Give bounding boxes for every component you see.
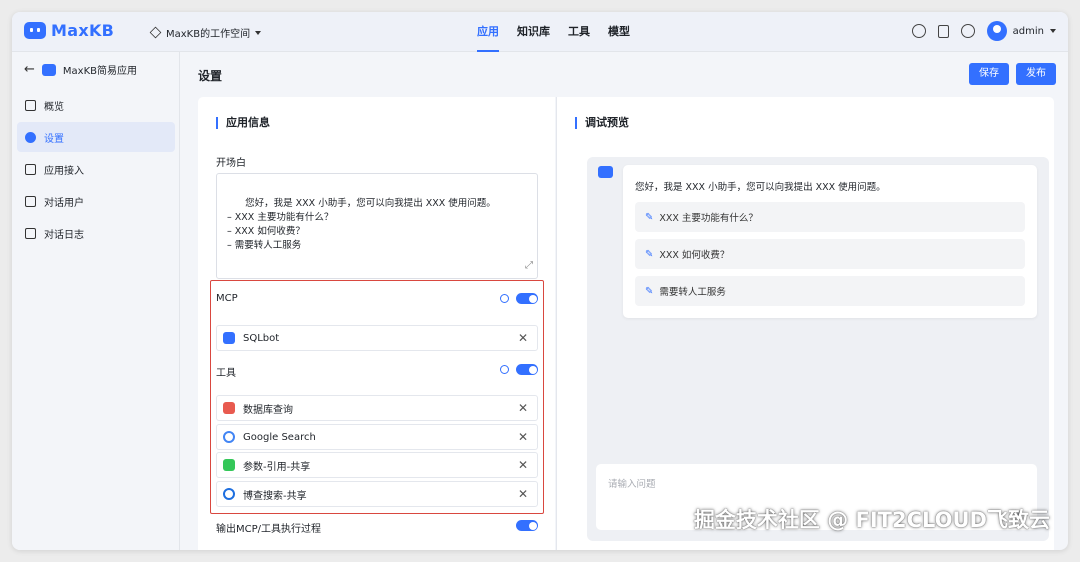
nav-models[interactable]: 模型 [599,12,639,52]
edit-icon: ✎ [645,211,654,223]
cube-icon [25,163,36,175]
nav-apps[interactable]: 应用 [468,12,508,52]
watermark: 掘金技术社区 @ FIT2CLOUD飞致云 [693,508,1050,532]
user-menu[interactable]: admin [986,21,1056,41]
chat-preview: 您好，我是 XXX 小助手，您可以向我提出 XXX 使用问题。 ✎ XXX 主要… [587,157,1049,541]
save-button[interactable]: 保存 [969,63,1009,85]
sidebar: ← MaxKB简易应用 概览 设置 应用接入 对话用户 对话日志 [12,52,180,550]
sidebar-item-label: 应用接入 [44,165,84,177]
avatar [986,21,1007,41]
arrow-left-icon[interactable]: ← [24,62,35,77]
suggestion-item[interactable]: ✎ 需要转人工服务 [635,276,1025,306]
close-icon[interactable]: ✕ [518,458,528,472]
sidebar-item-label: 对话日志 [44,229,84,241]
workspace-label: MaxKB的工作空间 [166,29,251,40]
maxkb-logo-icon [24,22,46,39]
mcp-icon [223,332,235,344]
bot-avatar-icon [598,166,613,178]
chevron-down-icon [1050,29,1056,33]
document-icon [25,227,36,239]
back-to-app[interactable]: ← MaxKB简易应用 [24,62,137,77]
opening-text-editor[interactable]: 您好，我是 XXX 小助手，您可以向我提出 XXX 使用问题。 – XXX 主要… [216,173,538,279]
edit-icon: ✎ [645,285,654,297]
mcp-toggle[interactable] [516,293,538,304]
sidebar-item-label: 设置 [44,133,64,145]
user-icon [25,195,36,207]
tool-item-label: 参数-引用-共享 [243,461,311,473]
nav-knowledge[interactable]: 知识库 [508,12,559,52]
brand-name: MaxKB [51,21,115,40]
user-name: admin [1012,25,1044,37]
sidebar-item-overview[interactable]: 概览 [17,90,175,120]
tool-item: 数据库查询 ✕ [216,395,538,421]
suggestion-label: XXX 如何收费？ [659,250,730,261]
expand-icon[interactable]: ⤢ [525,259,533,273]
close-icon[interactable]: ✕ [518,331,528,345]
close-icon[interactable]: ✕ [518,430,528,444]
bocha-icon [223,488,235,500]
github-icon[interactable] [911,24,926,38]
publish-button[interactable]: 发布 [1016,63,1056,85]
layers-icon [149,26,162,39]
pdf-icon [223,402,235,414]
sidebar-menu: 概览 设置 应用接入 对话用户 对话日志 [17,90,175,250]
chat-message-card: 您好，我是 XXX 小助手，您可以向我提出 XXX 使用问题。 ✎ XXX 主要… [623,165,1037,318]
output-process-toggle[interactable] [516,520,538,531]
sidebar-item-label: 概览 [44,101,64,113]
tool-item-label: 博查搜索-共享 [243,490,307,502]
tool-item-label: 数据库查询 [243,404,293,416]
sidebar-item-label: 对话用户 [44,197,84,209]
tool-item-label: Google Search [243,431,316,443]
chevron-down-icon [255,30,262,35]
opening-text: 您好，我是 XXX 小助手，您可以向我提出 XXX 使用问题。 – XXX 主要… [227,198,496,251]
main-nav: 应用 知识库 工具 模型 [468,12,639,52]
app-info-panel: 应用信息 开场白 您好，我是 XXX 小助手，您可以向我提出 XXX 使用问题。… [198,97,555,550]
sidebar-item-chat-users[interactable]: 对话用户 [17,186,175,216]
brand-logo[interactable]: MaxKB [24,21,114,40]
docs-icon[interactable] [937,24,949,38]
workspace-switcher[interactable]: MaxKB的工作空间 [149,25,262,40]
suggestion-item[interactable]: ✎ XXX 如何收费？ [635,239,1025,269]
tools-label: 工具 [216,368,236,379]
tools-toggle[interactable] [516,364,538,375]
grid-icon [25,99,36,111]
sidebar-item-app-access[interactable]: 应用接入 [17,154,175,184]
suggestion-label: 需要转人工服务 [659,287,726,298]
top-right-actions: admin [911,21,1056,41]
tools-settings-icon[interactable] [500,365,509,374]
google-icon [223,431,235,443]
page-title: 设置 [198,69,223,83]
mcp-item: SQLbot ✕ [216,325,538,351]
mcp-item-label: SQLbot [243,332,280,344]
suggestion-item[interactable]: ✎ XXX 主要功能有什么？ [635,202,1025,232]
opening-label: 开场白 [216,158,246,169]
app-name: MaxKB简易应用 [62,66,137,77]
greeting-text: 您好，我是 XXX 小助手，您可以向我提出 XXX 使用问题。 [635,182,886,193]
edit-icon: ✎ [645,248,654,260]
sidebar-item-settings[interactable]: 设置 [17,122,175,152]
mcp-settings-icon[interactable] [500,294,509,303]
output-process-label: 输出MCP/工具执行过程 [216,524,322,535]
nav-tools[interactable]: 工具 [559,12,599,52]
question-input-placeholder: 请输入问题 [608,479,656,490]
close-icon[interactable]: ✕ [518,487,528,501]
app-window: MaxKB MaxKB的工作空间 应用 知识库 工具 模型 admin ← Ma… [12,12,1068,550]
gear-icon [25,131,36,143]
close-icon[interactable]: ✕ [518,401,528,415]
sidebar-item-chat-logs[interactable]: 对话日志 [17,218,175,248]
app-icon [41,63,56,76]
tool-item: Google Search ✕ [216,424,538,450]
mcp-label: MCP [216,293,238,304]
help-icon[interactable] [960,24,975,38]
top-bar: MaxKB MaxKB的工作空间 应用 知识库 工具 模型 admin [12,12,1068,52]
section-title-preview: 调试预览 [575,117,629,129]
bag-icon [223,459,235,471]
tool-item: 参数-引用-共享 ✕ [216,452,538,478]
tool-item: 博查搜索-共享 ✕ [216,481,538,507]
section-title-app-info: 应用信息 [216,117,270,129]
suggestion-label: XXX 主要功能有什么？ [659,213,758,224]
